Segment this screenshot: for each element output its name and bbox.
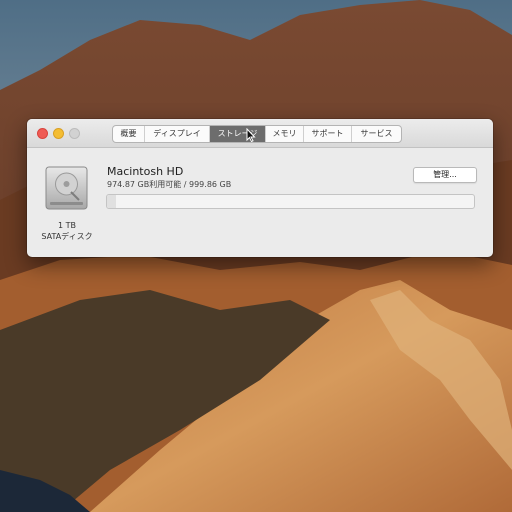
tab-displays[interactable]: ディスプレイ: [145, 126, 210, 142]
tab-storage[interactable]: ストレージ: [210, 126, 266, 142]
tab-overview[interactable]: 概要: [113, 126, 145, 142]
tab-memory[interactable]: メモリ: [266, 126, 304, 142]
close-button[interactable]: [37, 128, 48, 139]
volume-usage: 974.87 GB利用可能 / 999.86 GB: [107, 180, 232, 189]
volume-name: Macintosh HD: [107, 165, 184, 178]
zoom-button[interactable]: [69, 128, 80, 139]
storage-usage-bar: [106, 194, 475, 209]
disk-capacity: 1 TB: [57, 221, 76, 230]
manage-button[interactable]: 管理...: [413, 167, 477, 183]
tab-service[interactable]: サービス: [352, 126, 401, 142]
window-titlebar[interactable]: 概要 ディスプレイ ストレージ メモリ サポート サービス: [27, 119, 493, 148]
disk-type: SATAディスク: [41, 232, 93, 241]
minimize-button[interactable]: [53, 128, 64, 139]
hard-drive-icon: [45, 166, 88, 210]
tab-bar: 概要 ディスプレイ ストレージ メモリ サポート サービス: [112, 125, 402, 143]
storage-usage-fill: [107, 195, 117, 208]
tab-support[interactable]: サポート: [304, 126, 352, 142]
about-this-mac-window: 概要 ディスプレイ ストレージ メモリ サポート サービス 1 TB SATAデ…: [27, 119, 493, 257]
mouse-pointer-icon: [246, 128, 256, 142]
